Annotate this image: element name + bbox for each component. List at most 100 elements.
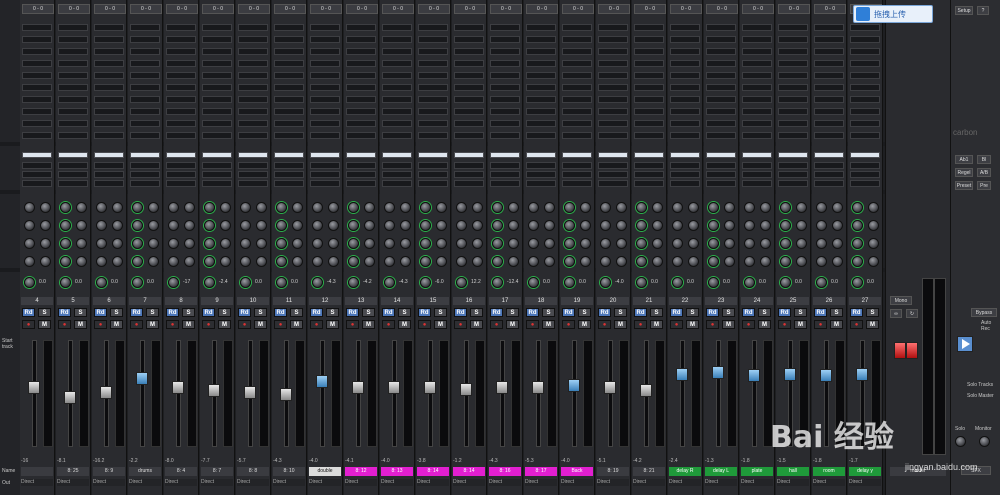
eq-gain-knob[interactable] xyxy=(132,256,143,267)
read-button[interactable]: Rd xyxy=(166,308,179,317)
eq-freq-knob[interactable] xyxy=(724,202,735,213)
insert-slot[interactable] xyxy=(490,108,520,115)
send-slot[interactable] xyxy=(94,162,124,169)
eq-gain-knob[interactable] xyxy=(132,202,143,213)
upload-button[interactable]: 拖拽上传 xyxy=(853,5,933,23)
track-name[interactable]: room xyxy=(813,467,845,476)
insert-slot[interactable] xyxy=(94,60,124,67)
eq-gain-knob[interactable] xyxy=(456,202,467,213)
pan-knob[interactable] xyxy=(672,277,683,288)
insert-slot[interactable] xyxy=(418,48,448,55)
track-name[interactable]: 8: 21 xyxy=(633,467,665,476)
insert-slot[interactable] xyxy=(598,48,628,55)
track-name[interactable]: 8: 14 xyxy=(417,467,449,476)
input-select[interactable]: 0 - 0 xyxy=(274,4,306,14)
send-slot[interactable] xyxy=(310,180,340,187)
eq-freq-knob[interactable] xyxy=(688,220,699,231)
insert-slot[interactable] xyxy=(850,24,880,31)
eq-gain-knob[interactable] xyxy=(132,220,143,231)
send-slot[interactable] xyxy=(490,180,520,187)
eq-freq-knob[interactable] xyxy=(652,256,663,267)
insert-slot[interactable] xyxy=(94,84,124,91)
input-select[interactable]: 0 - 0 xyxy=(814,4,846,14)
mute-button[interactable]: M xyxy=(290,320,303,329)
eq-freq-knob[interactable] xyxy=(184,256,195,267)
output-select[interactable]: Direct xyxy=(669,479,701,486)
eq-gain-knob[interactable] xyxy=(564,220,575,231)
insert-slot[interactable] xyxy=(238,48,268,55)
eq-freq-knob[interactable] xyxy=(76,220,87,231)
eq-gain-knob[interactable] xyxy=(852,256,863,267)
eq-freq-knob[interactable] xyxy=(148,220,159,231)
send-slot[interactable] xyxy=(850,162,880,169)
send-slot[interactable] xyxy=(634,162,664,169)
send-slot[interactable] xyxy=(310,162,340,169)
solo-button[interactable]: S xyxy=(434,308,447,317)
insert-slot[interactable] xyxy=(382,108,412,115)
send-slot[interactable] xyxy=(814,171,844,178)
eq-freq-knob[interactable] xyxy=(436,238,447,249)
insert-slot[interactable] xyxy=(490,24,520,31)
send-slot[interactable] xyxy=(130,162,160,169)
insert-slot[interactable] xyxy=(562,120,592,127)
track-name[interactable]: double xyxy=(309,467,341,476)
mute-button[interactable]: M xyxy=(614,320,627,329)
volume-fader[interactable] xyxy=(676,368,688,381)
pan-knob[interactable] xyxy=(564,277,575,288)
solo-button[interactable]: S xyxy=(326,308,339,317)
pan-knob[interactable] xyxy=(780,277,791,288)
eq-gain-knob[interactable] xyxy=(492,220,503,231)
read-button[interactable]: Rd xyxy=(526,308,539,317)
insert-slot[interactable] xyxy=(634,120,664,127)
insert-slot[interactable] xyxy=(526,24,556,31)
insert-slot[interactable] xyxy=(454,48,484,55)
eq-freq-knob[interactable] xyxy=(760,238,771,249)
insert-slot[interactable] xyxy=(130,60,160,67)
eq-gain-knob[interactable] xyxy=(564,202,575,213)
eq-freq-knob[interactable] xyxy=(292,256,303,267)
insert-slot[interactable] xyxy=(490,72,520,79)
read-button[interactable]: Rd xyxy=(562,308,575,317)
insert-slot[interactable] xyxy=(706,132,736,139)
volume-fader[interactable] xyxy=(172,381,184,394)
send-slot[interactable] xyxy=(382,162,412,169)
insert-slot[interactable] xyxy=(274,108,304,115)
insert-slot[interactable] xyxy=(526,84,556,91)
eq-freq-knob[interactable] xyxy=(760,202,771,213)
track-name[interactable]: 8: 25 xyxy=(57,467,89,476)
eq-gain-knob[interactable] xyxy=(744,220,755,231)
eq-gain-knob[interactable] xyxy=(312,220,323,231)
send-slot[interactable] xyxy=(346,171,376,178)
insert-slot[interactable] xyxy=(814,48,844,55)
pan-knob[interactable] xyxy=(600,277,611,288)
solo-button[interactable]: S xyxy=(794,308,807,317)
eq-freq-knob[interactable] xyxy=(472,220,483,231)
volume-fader[interactable] xyxy=(208,384,220,397)
insert-slot[interactable] xyxy=(166,84,196,91)
input-select[interactable]: 0 - 0 xyxy=(490,4,522,14)
insert-slot[interactable] xyxy=(238,132,268,139)
eq-gain-knob[interactable] xyxy=(816,238,827,249)
eq-freq-knob[interactable] xyxy=(760,256,771,267)
output-select[interactable]: Direct xyxy=(633,479,665,486)
output-select[interactable]: Direct xyxy=(57,479,89,486)
insert-slot[interactable] xyxy=(202,108,232,115)
read-button[interactable]: Rd xyxy=(346,308,359,317)
eq-freq-knob[interactable] xyxy=(832,238,843,249)
insert-slot[interactable] xyxy=(166,132,196,139)
eq-gain-knob[interactable] xyxy=(384,238,395,249)
insert-slot[interactable] xyxy=(130,36,160,43)
insert-slot[interactable] xyxy=(310,36,340,43)
track-name[interactable]: 8: 19 xyxy=(597,467,629,476)
eq-freq-knob[interactable] xyxy=(256,202,267,213)
eq-freq-knob[interactable] xyxy=(832,202,843,213)
insert-slot[interactable] xyxy=(22,108,52,115)
eq-freq-knob[interactable] xyxy=(40,202,51,213)
send-slot[interactable] xyxy=(850,180,880,187)
record-icon[interactable]: ● xyxy=(598,320,611,329)
solo-button[interactable]: S xyxy=(722,308,735,317)
solo-button[interactable]: S xyxy=(398,308,411,317)
insert-slot[interactable] xyxy=(310,72,340,79)
send-slot[interactable] xyxy=(166,162,196,169)
insert-slot[interactable] xyxy=(238,108,268,115)
